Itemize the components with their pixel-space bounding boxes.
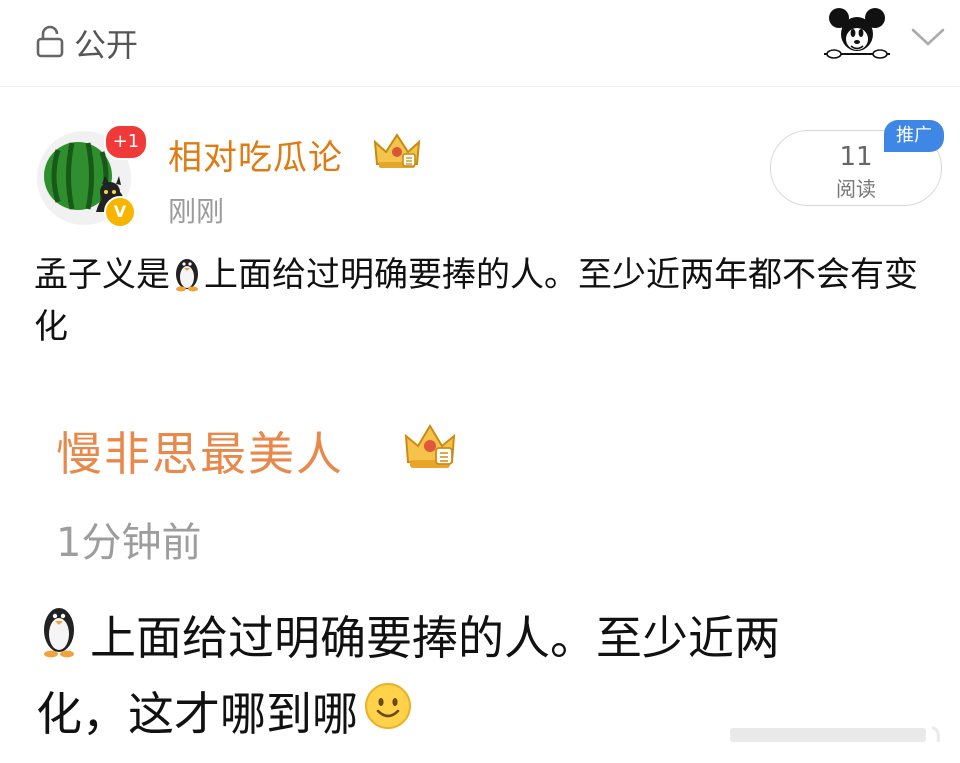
penguin-icon	[36, 600, 82, 669]
top-bar: 公开	[0, 0, 960, 87]
notification-badge: +1	[104, 124, 148, 160]
chevron-down-icon[interactable]	[910, 26, 946, 52]
quoted-author-name[interactable]: 慢非思最美人	[56, 418, 344, 484]
mickey-mascot-icon	[822, 6, 892, 60]
privacy-setting[interactable]: 公开	[34, 20, 138, 66]
post-text-part1: 孟子义是	[34, 255, 170, 295]
post-author-name[interactable]: 相对吃瓜论	[168, 130, 343, 179]
quoted-text-line1-label: 上面给过明确要捧的人。至少近两	[90, 610, 780, 665]
post-content: 孟子义是 上面给过明确要捧的人。至少近两年都不会有变化	[34, 252, 934, 350]
quoted-text-line2-label: 化，这才哪到哪	[36, 687, 358, 741]
crown-icon	[372, 130, 422, 174]
quoted-text-line2: 化，这才哪到哪	[36, 678, 412, 744]
lock-icon	[34, 24, 66, 62]
smile-icon	[364, 682, 412, 741]
penguin-icon	[170, 254, 204, 304]
post-time: 刚刚	[168, 195, 225, 228]
promote-badge[interactable]: 推广	[884, 120, 944, 152]
quoted-text-line1: 上面给过明确要捧的人。至少近两	[36, 600, 780, 669]
privacy-label: 公开	[74, 26, 139, 64]
verified-badge: V	[104, 196, 136, 228]
read-label: 阅读	[836, 177, 876, 201]
watermark	[730, 724, 944, 746]
quoted-time: 1分钟前	[56, 520, 202, 566]
crown-icon	[402, 420, 458, 474]
